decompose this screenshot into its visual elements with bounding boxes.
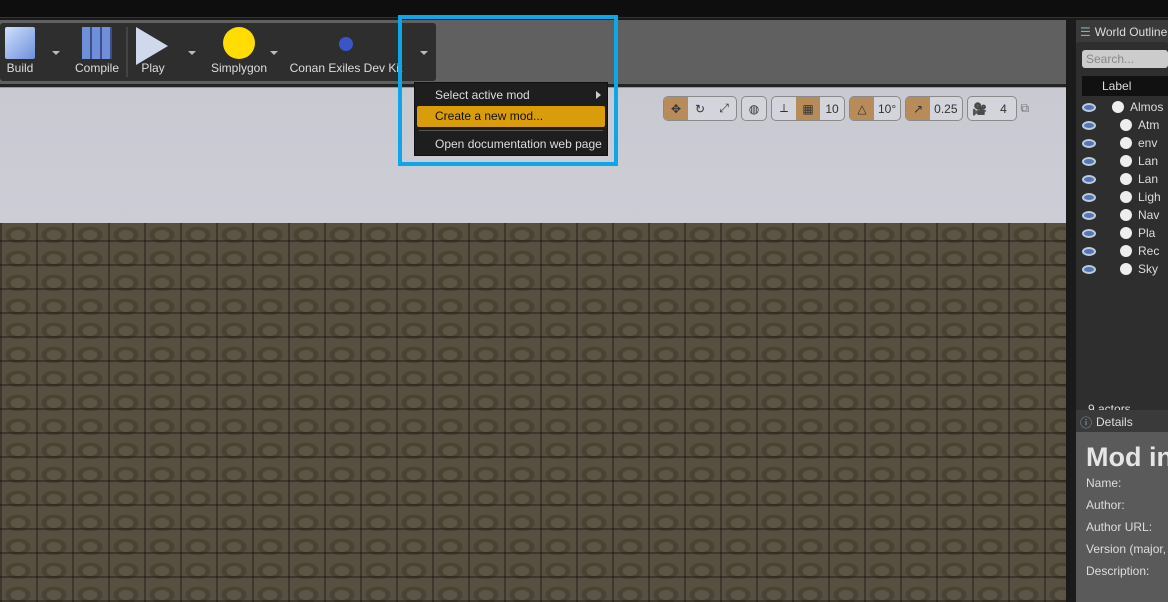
outliner-item[interactable]: Ligh	[1076, 188, 1168, 206]
simplygon-options-dropdown[interactable]	[270, 51, 278, 55]
simplygon-icon	[223, 27, 255, 59]
details-info-icon: ⓘ	[1080, 415, 1093, 430]
details-title: Mod info	[1086, 442, 1168, 472]
play-options-dropdown[interactable]	[188, 51, 196, 55]
world-outliner: Search... Label Almos Atm env Lan Lan Ligh Nav…	[1076, 42, 1168, 422]
visibility-eye-icon[interactable]	[1082, 174, 1096, 184]
visibility-eye-icon[interactable]	[1082, 264, 1096, 274]
surface-snap-icon[interactable]: ⟂	[772, 97, 796, 120]
actor-label: Nav	[1138, 208, 1160, 222]
outliner-item[interactable]: Lan	[1076, 152, 1168, 170]
tab-details[interactable]: ⓘ Details	[1076, 410, 1168, 434]
actor-icon	[1120, 191, 1132, 203]
actor-icon	[1120, 227, 1132, 239]
visibility-eye-icon[interactable]	[1082, 210, 1096, 220]
actor-icon	[1120, 209, 1132, 221]
field-name: Name:	[1086, 476, 1122, 490]
grid-snap-value[interactable]: 10	[820, 97, 844, 120]
actor-icon	[1120, 245, 1132, 257]
actor-label: Rec	[1138, 244, 1160, 258]
actor-icon	[1120, 137, 1132, 149]
annotation-highlight-box	[398, 15, 618, 166]
visibility-eye-icon[interactable]	[1082, 102, 1096, 112]
play-button[interactable]: Play	[130, 23, 176, 81]
details-panel: Mod info Name: Author: Author URL: Versi…	[1076, 432, 1168, 602]
compile-icon	[82, 27, 112, 59]
camera-speed-value[interactable]: 4	[992, 97, 1016, 120]
grid-snap-icon[interactable]: ▦	[796, 97, 820, 120]
actor-icon	[1120, 173, 1132, 185]
world-local-icon[interactable]: ◍	[742, 97, 766, 120]
field-author-url: Author URL:	[1086, 520, 1153, 534]
outliner-search-input[interactable]: Search...	[1082, 50, 1168, 68]
rotate-icon[interactable]: ↻	[688, 97, 712, 120]
camera-speed-icon[interactable]: 🎥	[968, 97, 992, 120]
visibility-eye-icon[interactable]	[1082, 192, 1096, 202]
outliner-item[interactable]: Pla	[1076, 224, 1168, 242]
devkit-wand-icon	[339, 37, 353, 51]
outliner-item[interactable]: Rec	[1076, 242, 1168, 260]
conan-exiles-dev-kit-button[interactable]: Conan Exiles Dev Kit	[286, 23, 406, 81]
actor-label: Sky	[1138, 262, 1159, 276]
outliner-list-icon: ☰	[1080, 25, 1091, 39]
field-author: Author:	[1086, 498, 1125, 512]
actor-label: Lan	[1138, 172, 1159, 186]
viewport-toolbar: ✥ ↻ ⤢ ◍ ⟂ ▦ 10 △ 10° ↗ 0.25 🎥 4 ⧉	[663, 96, 1029, 122]
play-icon	[136, 27, 168, 65]
field-description: Description:	[1086, 564, 1150, 578]
actor-label: Ligh	[1138, 190, 1161, 204]
simplygon-button[interactable]: Simplygon	[204, 23, 274, 81]
visibility-eye-icon[interactable]	[1082, 156, 1096, 166]
build-icon	[5, 27, 35, 59]
rotation-snap-icon[interactable]: △	[850, 97, 874, 120]
field-version: Version (major, minor):	[1086, 542, 1168, 556]
outliner-item[interactable]: Lan	[1076, 170, 1168, 188]
actor-icon	[1120, 263, 1132, 275]
build-options-dropdown[interactable]	[52, 51, 60, 55]
actor-label: Almos	[1130, 100, 1164, 114]
outliner-item[interactable]: env	[1076, 134, 1168, 152]
actor-icon	[1112, 101, 1124, 113]
outliner-item[interactable]: Nav	[1076, 206, 1168, 224]
actor-icon	[1120, 155, 1132, 167]
actor-label: Atm	[1138, 118, 1160, 132]
maximize-viewport-icon[interactable]: ⧉	[1021, 96, 1030, 122]
outliner-item[interactable]: Sky	[1076, 260, 1168, 278]
visibility-eye-icon[interactable]	[1082, 138, 1096, 148]
translate-icon[interactable]: ✥	[664, 97, 688, 120]
actor-label: Lan	[1138, 154, 1159, 168]
build-button[interactable]: Build	[0, 23, 40, 81]
outliner-item[interactable]: Atm	[1076, 116, 1168, 134]
outliner-item[interactable]: Almos	[1076, 98, 1168, 116]
compile-button[interactable]: Compile	[68, 23, 126, 81]
visibility-eye-icon[interactable]	[1082, 120, 1096, 130]
scale-icon[interactable]: ⤢	[712, 97, 736, 120]
actor-label: env	[1138, 136, 1158, 150]
actor-label: Pla	[1138, 226, 1156, 240]
ground-plane	[0, 223, 1066, 602]
tab-world-outliner[interactable]: ☰ World Outliner	[1076, 20, 1168, 44]
scale-snap-icon[interactable]: ↗	[906, 97, 931, 120]
scale-snap-value[interactable]: 0.25	[930, 97, 961, 120]
actor-icon	[1120, 119, 1132, 131]
right-panel: ☰ World Outliner Search... Label Almos Atm…	[1070, 18, 1168, 602]
visibility-eye-icon[interactable]	[1082, 246, 1096, 256]
label-column-header[interactable]: Label	[1082, 76, 1168, 96]
rotation-snap-value[interactable]: 10°	[874, 97, 900, 120]
visibility-eye-icon[interactable]	[1082, 228, 1096, 238]
